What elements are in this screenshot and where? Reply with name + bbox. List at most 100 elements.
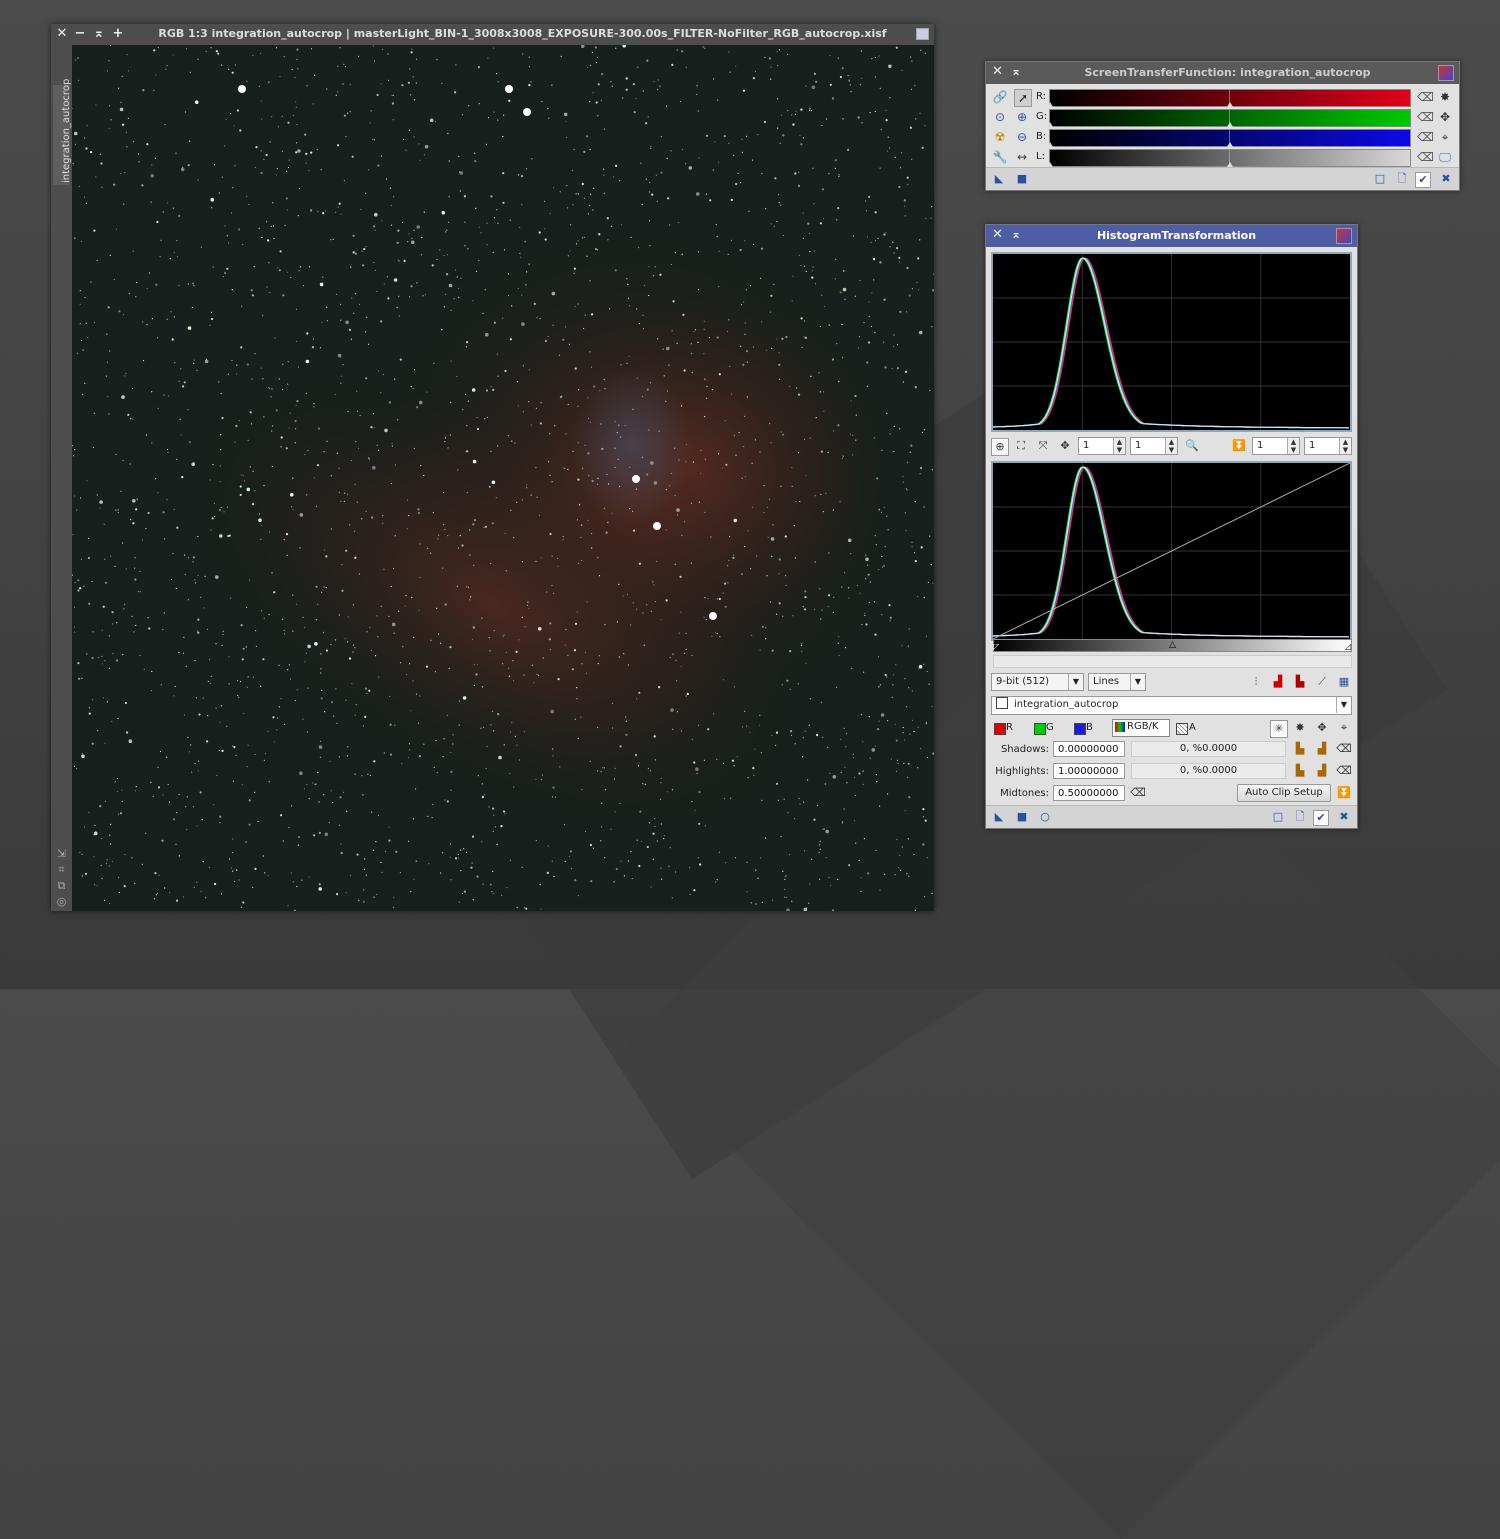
- mask-icon[interactable]: ⌗: [55, 863, 68, 876]
- reset-icon[interactable]: ⌫: [1417, 89, 1434, 105]
- minimize-icon[interactable]: −: [73, 26, 87, 42]
- zoom-icon[interactable]: 🔍: [1184, 438, 1200, 454]
- reset-process-icon[interactable]: ✖: [1337, 810, 1351, 824]
- close-icon[interactable]: ✕: [992, 64, 1003, 79]
- close-icon[interactable]: ✕: [55, 26, 69, 42]
- stf-slider-l[interactable]: [1047, 149, 1411, 167]
- document-icon[interactable]: 🗋: [1395, 172, 1409, 186]
- pan-icon[interactable]: ✥: [1057, 438, 1073, 454]
- apply-global-icon[interactable]: ■: [1015, 172, 1029, 186]
- zoom-in-icon[interactable]: ⊕: [1014, 109, 1030, 125]
- apply-check-icon[interactable]: ✔: [1313, 810, 1329, 826]
- zoom-out-icon[interactable]: ⊖: [1014, 129, 1030, 145]
- auto-zero-icon[interactable]: ✳: [1270, 720, 1288, 738]
- histogram-icon[interactable]: ▙: [1292, 763, 1308, 779]
- reset-icon[interactable]: ⌫: [1130, 785, 1146, 801]
- close-icon[interactable]: ✕: [992, 227, 1003, 242]
- real-time-preview-icon[interactable]: ○: [1038, 810, 1052, 824]
- h-zoom-input[interactable]: 1 ▲ ▼: [1078, 437, 1126, 455]
- preview-icon[interactable]: □: [1373, 172, 1387, 186]
- stf-slider-g[interactable]: [1047, 109, 1411, 127]
- image-window[interactable]: ✕ − ⌅ + RGB 1:3 integration_autocrop | m…: [51, 24, 934, 911]
- resolution-select[interactable]: 9-bit (512) ▼: [991, 673, 1084, 691]
- shade-icon[interactable]: ⌅: [1011, 227, 1021, 241]
- monitor-icon[interactable]: 🖵: [1437, 149, 1453, 165]
- channel-a-label: A: [1189, 722, 1196, 733]
- reset-icon[interactable]: ⌫: [1336, 763, 1352, 779]
- shade-icon[interactable]: ⌅: [1011, 64, 1021, 78]
- stf-window[interactable]: ✕ ⌅ ScreenTransferFunction: integration_…: [985, 61, 1460, 191]
- channel-rgbk-button[interactable]: RGB/K: [1112, 719, 1170, 737]
- maximize-icon[interactable]: +: [111, 26, 125, 42]
- channel-g-swatch[interactable]: [1034, 723, 1046, 735]
- gear-icon[interactable]: ✸: [1437, 89, 1453, 105]
- new-instance-icon[interactable]: ◣: [992, 172, 1006, 186]
- reset-icon[interactable]: ⌫: [1417, 149, 1434, 165]
- shadows-input[interactable]: 0.00000000: [1053, 741, 1125, 757]
- preview-icon[interactable]: □: [1271, 810, 1285, 824]
- reset-icon[interactable]: ⌫: [1336, 741, 1352, 757]
- crosshair-icon[interactable]: ⌖: [1437, 129, 1453, 145]
- crosshair-icon[interactable]: ⌖: [1336, 720, 1352, 736]
- restore-icon[interactable]: [916, 28, 929, 40]
- histogram-icon[interactable]: ▟: [1314, 741, 1330, 757]
- stf-row-g: ⊙ ⊕ G: ⌫ ✥: [986, 107, 1459, 127]
- histogram-icon[interactable]: ▟: [1314, 763, 1330, 779]
- stf-slider-b[interactable]: [1047, 129, 1411, 147]
- graph-style-select[interactable]: Lines ▼: [1088, 673, 1146, 691]
- new-instance-icon[interactable]: ◣: [992, 810, 1006, 824]
- crosshair-icon[interactable]: ⊕: [991, 438, 1009, 456]
- fit-icon[interactable]: ⛶: [1013, 438, 1029, 454]
- chevron-down-icon[interactable]: ⏬: [1336, 785, 1352, 801]
- document-icon[interactable]: 🗋: [1293, 810, 1307, 824]
- histogram-color-icon[interactable]: ▟: [1270, 674, 1286, 690]
- ht-window[interactable]: ✕ ⌅ HistogramTransformation ⊕ ⛶ ⤧ ✥ 1 ▲ ▼ …: [985, 224, 1358, 829]
- midtones-slider[interactable]: ◸ △ ◿: [993, 639, 1352, 652]
- curve-icon[interactable]: ⟋: [1314, 674, 1330, 690]
- histogram-icon[interactable]: ▙: [1292, 741, 1308, 757]
- input-histogram[interactable]: [991, 252, 1352, 432]
- link-icon[interactable]: 🔗: [992, 89, 1008, 105]
- arrows-icon[interactable]: ↔: [1014, 149, 1030, 165]
- fit-view-icon[interactable]: ⇲: [55, 847, 68, 860]
- channel-a-swatch[interactable]: [1176, 723, 1188, 735]
- view-select[interactable]: integration_autocrop ▼: [991, 696, 1352, 715]
- view-id-tab[interactable]: integration_autocrop: [53, 79, 72, 185]
- channel-b-swatch[interactable]: [1074, 723, 1086, 735]
- image-window-titlebar[interactable]: ✕ − ⌅ + RGB 1:3 integration_autocrop | m…: [51, 24, 934, 45]
- chevron-down-icon[interactable]: ⏬: [1231, 438, 1247, 454]
- radiation-icon[interactable]: ☢: [992, 129, 1008, 145]
- histogram-rgb-icon[interactable]: ▙: [1292, 674, 1308, 690]
- image-canvas[interactable]: [72, 45, 934, 911]
- wrench-icon[interactable]: 🔧: [992, 149, 1008, 165]
- shade-icon[interactable]: ⌅: [92, 26, 106, 42]
- pointer-icon[interactable]: ➚: [1014, 89, 1032, 107]
- grid-icon[interactable]: ▦: [1336, 674, 1352, 690]
- v-zoom-input[interactable]: 1 ▲ ▼: [1130, 437, 1178, 455]
- target-icon[interactable]: ◎: [55, 895, 68, 908]
- gear-icon[interactable]: ✸: [1292, 720, 1308, 736]
- stf-titlebar[interactable]: ✕ ⌅ ScreenTransferFunction: integration_…: [986, 62, 1459, 84]
- output-range-slider[interactable]: [993, 655, 1352, 668]
- output-histogram[interactable]: [991, 461, 1352, 641]
- clone-icon[interactable]: ⧉: [55, 879, 68, 892]
- move-icon[interactable]: ✥: [1314, 720, 1330, 736]
- stf-slider-r[interactable]: [1047, 89, 1411, 107]
- reset-process-icon[interactable]: ✖: [1439, 172, 1453, 186]
- ht-titlebar[interactable]: ✕ ⌅ HistogramTransformation: [986, 225, 1357, 247]
- midtones-input[interactable]: 0.50000000: [1053, 785, 1125, 801]
- h-zoom-output-input[interactable]: 1 ▲ ▼: [1252, 437, 1300, 455]
- rescale-icon[interactable]: ⫶: [1248, 674, 1264, 690]
- reset-icon[interactable]: ⌫: [1417, 129, 1434, 145]
- reset-icon[interactable]: ⌫: [1417, 109, 1434, 125]
- channel-r-swatch[interactable]: [994, 723, 1006, 735]
- auto-clip-setup-button[interactable]: Auto Clip Setup: [1237, 784, 1331, 802]
- shrink-icon[interactable]: ⤧: [1035, 438, 1051, 454]
- zoom-icon[interactable]: ⊙: [992, 109, 1008, 125]
- v-zoom-output-input[interactable]: 1 ▲ ▼: [1304, 437, 1352, 455]
- highlights-input[interactable]: 1.00000000: [1053, 763, 1125, 779]
- move-icon[interactable]: ✥: [1437, 109, 1453, 125]
- stf-row-b: ☢ ⊖ B: ⌫ ⌖: [986, 127, 1459, 147]
- apply-check-icon[interactable]: ✔: [1415, 172, 1431, 188]
- apply-global-icon[interactable]: ■: [1015, 810, 1029, 824]
